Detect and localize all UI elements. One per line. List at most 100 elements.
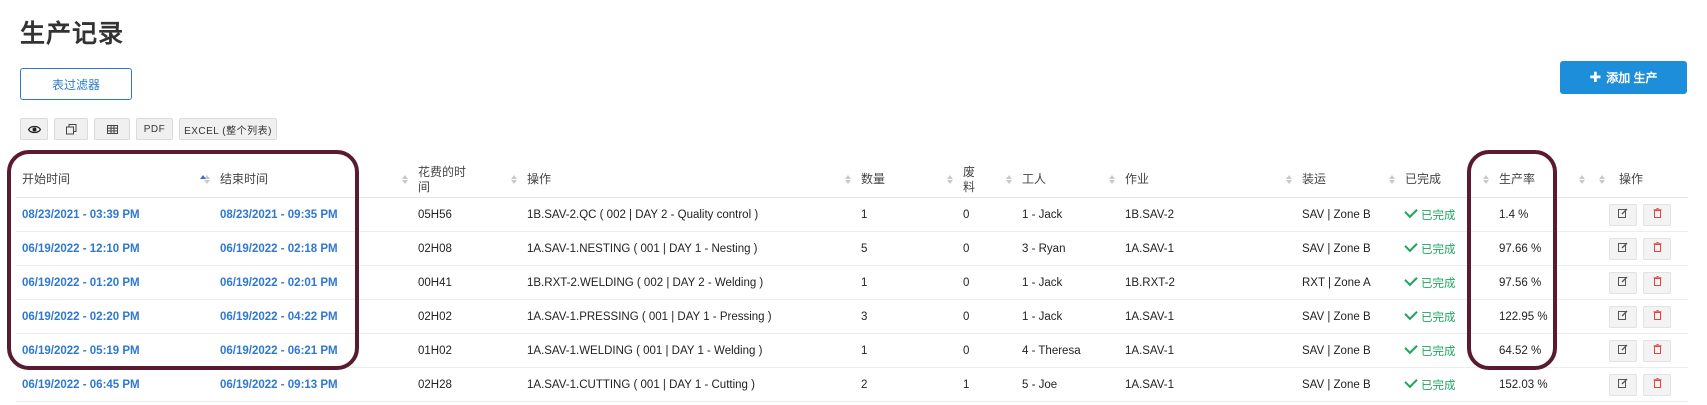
- export-toolbar: PDF EXCEL (整个列表): [20, 118, 277, 140]
- edit-icon: [1618, 242, 1628, 255]
- row-operation: 1A.SAV-1.PRESSING ( 001 | DAY 1 - Pressi…: [521, 299, 855, 334]
- page-title: 生产记录: [20, 20, 125, 48]
- row-completed-status: 已完成: [1399, 333, 1493, 368]
- column-header-completed[interactable]: 已完成: [1399, 162, 1493, 198]
- row-shipping: SAV | Zone B: [1296, 231, 1399, 266]
- edit-icon: [1618, 208, 1628, 221]
- row-duration: 02H02: [412, 299, 521, 334]
- completed-label: 已完成: [1421, 379, 1456, 392]
- row-scrap: 0: [957, 231, 1016, 266]
- delete-button[interactable]: [1643, 203, 1671, 226]
- pdf-export-button[interactable]: PDF: [136, 118, 173, 140]
- edit-icon: [1618, 276, 1628, 289]
- row-shipping: SAV | Zone B: [1296, 333, 1399, 368]
- row-end-time[interactable]: 06/19/2022 - 09:13 PM: [214, 367, 412, 402]
- add-production-button[interactable]: ✚ 添加 生产: [1560, 61, 1687, 94]
- row-worker: 1 - Jack: [1016, 197, 1119, 232]
- column-header-shipping[interactable]: 装运: [1296, 162, 1399, 198]
- trash-icon: [1653, 344, 1662, 357]
- copy-button[interactable]: [54, 118, 88, 140]
- trash-icon: [1653, 208, 1662, 221]
- column-header-operation[interactable]: 操作: [521, 162, 855, 198]
- column-visibility-button[interactable]: [20, 118, 48, 140]
- row-worker: 1 - Jack: [1016, 265, 1119, 300]
- row-job: 1B.RXT-2: [1119, 265, 1296, 300]
- column-header-job[interactable]: 作业: [1119, 162, 1296, 198]
- check-icon: [1404, 272, 1418, 286]
- row-end-time[interactable]: 06/19/2022 - 02:01 PM: [214, 265, 412, 300]
- trash-icon: [1653, 378, 1662, 391]
- sort-icon: [1579, 174, 1587, 186]
- edit-button[interactable]: [1609, 305, 1637, 328]
- row-end-time[interactable]: 06/19/2022 - 02:18 PM: [214, 231, 412, 266]
- delete-button[interactable]: [1643, 237, 1671, 260]
- edit-button[interactable]: [1609, 271, 1637, 294]
- excel-export-button[interactable]: EXCEL (整个列表): [179, 118, 277, 140]
- row-productivity: 97.66 %: [1493, 231, 1589, 266]
- table-row: 06/19/2022 - 01:20 PM 06/19/2022 - 02:01 …: [16, 265, 1688, 300]
- row-actions: [1589, 367, 1688, 402]
- row-completed-status: 已完成: [1399, 231, 1493, 266]
- copy-icon: [65, 123, 77, 135]
- edit-button[interactable]: [1609, 203, 1637, 226]
- row-actions: [1589, 265, 1688, 300]
- delete-button[interactable]: [1643, 373, 1671, 396]
- column-header-duration[interactable]: 花费的时间: [412, 162, 521, 198]
- delete-button[interactable]: [1643, 305, 1671, 328]
- trash-icon: [1653, 310, 1662, 323]
- sort-icon: [1006, 174, 1014, 186]
- column-header-quantity[interactable]: 数量: [855, 162, 957, 198]
- edit-icon: [1618, 378, 1628, 391]
- row-start-time[interactable]: 08/23/2021 - 03:39 PM: [16, 197, 214, 232]
- row-start-time[interactable]: 06/19/2022 - 05:19 PM: [16, 333, 214, 368]
- row-scrap: 0: [957, 333, 1016, 368]
- completed-label: 已完成: [1421, 243, 1456, 256]
- trash-icon: [1653, 276, 1662, 289]
- row-completed-status: 已完成: [1399, 197, 1493, 232]
- add-production-label: 添加 生产: [1606, 71, 1658, 85]
- delete-button[interactable]: [1643, 339, 1671, 362]
- eye-icon: [27, 125, 41, 134]
- sort-icon: [1109, 174, 1117, 186]
- check-icon: [1404, 238, 1418, 252]
- row-start-time[interactable]: 06/19/2022 - 12:10 PM: [16, 231, 214, 266]
- column-header-start-time[interactable]: 开始时间: [16, 162, 214, 198]
- edit-button[interactable]: [1609, 339, 1637, 362]
- column-header-end-time[interactable]: 结束时间: [200, 162, 412, 198]
- column-header-productivity[interactable]: 生产率: [1493, 162, 1589, 198]
- table-view-button[interactable]: [94, 118, 130, 140]
- table-icon: [106, 124, 118, 134]
- row-end-time[interactable]: 08/23/2021 - 09:35 PM: [214, 197, 412, 232]
- row-start-time[interactable]: 06/19/2022 - 02:20 PM: [16, 299, 214, 334]
- row-operation: 1A.SAV-1.CUTTING ( 001 | DAY 1 - Cutting…: [521, 367, 855, 402]
- row-scrap: 0: [957, 197, 1016, 232]
- column-header-scrap[interactable]: 废料: [957, 162, 1016, 198]
- row-worker: 3 - Ryan: [1016, 231, 1119, 266]
- table-filter-button[interactable]: 表过滤器: [20, 68, 132, 100]
- check-icon: [1404, 306, 1418, 320]
- table-row: 06/19/2022 - 05:19 PM 06/19/2022 - 06:21 …: [16, 333, 1688, 368]
- row-duration: 00H41: [412, 265, 521, 300]
- edit-button[interactable]: [1609, 237, 1637, 260]
- row-start-time[interactable]: 06/19/2022 - 01:20 PM: [16, 265, 214, 300]
- check-icon: [1404, 340, 1418, 354]
- edit-button[interactable]: [1609, 373, 1637, 396]
- row-quantity: 2: [855, 367, 957, 402]
- column-header-worker[interactable]: 工人: [1016, 162, 1119, 198]
- row-productivity: 64.52 %: [1493, 333, 1589, 368]
- trash-icon: [1653, 242, 1662, 255]
- sort-icon: [1599, 174, 1607, 186]
- row-end-time[interactable]: 06/19/2022 - 04:22 PM: [214, 299, 412, 334]
- row-productivity: 122.95 %: [1493, 299, 1589, 334]
- row-shipping: SAV | Zone B: [1296, 367, 1399, 402]
- row-completed-status: 已完成: [1399, 265, 1493, 300]
- row-start-time[interactable]: 06/19/2022 - 06:45 PM: [16, 367, 214, 402]
- delete-button[interactable]: [1643, 271, 1671, 294]
- row-quantity: 5: [855, 231, 957, 266]
- table-row: 08/23/2021 - 03:39 PM 08/23/2021 - 09:35 …: [16, 197, 1688, 232]
- edit-icon: [1618, 310, 1628, 323]
- row-worker: 1 - Jack: [1016, 299, 1119, 334]
- row-end-time[interactable]: 06/19/2022 - 06:21 PM: [214, 333, 412, 368]
- row-worker: 4 - Theresa: [1016, 333, 1119, 368]
- row-productivity: 1.4 %: [1493, 197, 1589, 232]
